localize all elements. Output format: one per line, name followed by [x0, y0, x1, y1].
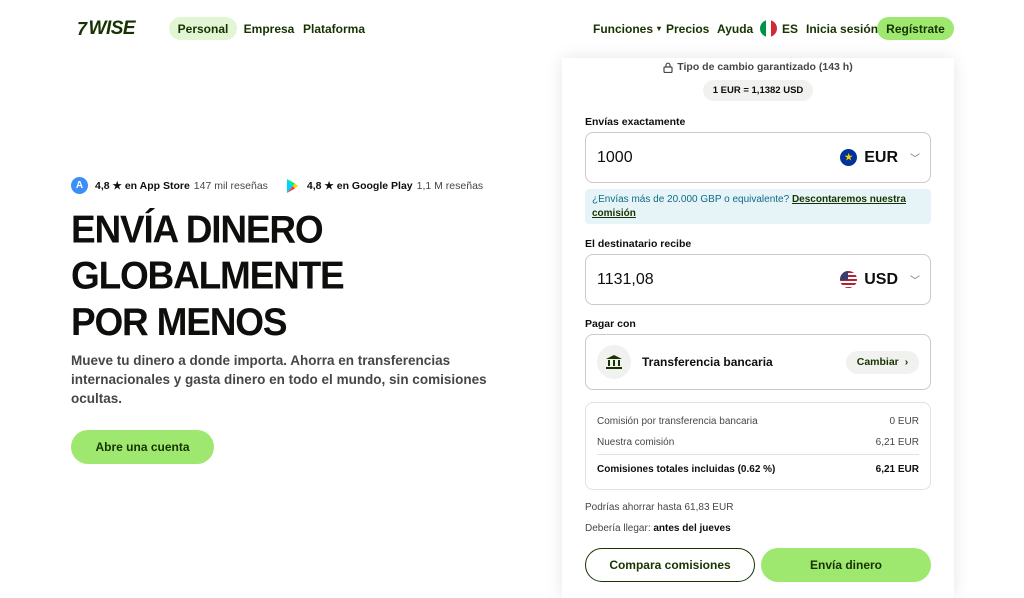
payment-method[interactable]: Transferencia bancaria Cambiar › [585, 334, 931, 390]
open-account-button[interactable]: Abre una cuenta [71, 430, 214, 464]
ratings-row: A 4,8 ★ en App Store 147 mil reseñas 4,8… [71, 177, 483, 194]
total-fee-label: Comisiones totales incluidas (0.62 %) [597, 464, 776, 475]
payment-method-label: Transferencia bancaria [642, 355, 773, 369]
fee-row: Nuestra comisión 6,21 EUR [597, 437, 919, 448]
chevron-right-icon: › [904, 356, 909, 368]
nav-ayuda[interactable]: Ayuda [717, 17, 753, 40]
send-amount-field[interactable]: 1000 ★ EUR ﹀ [585, 132, 931, 183]
chevron-down-icon: ﹀ [910, 276, 920, 287]
send-money-button[interactable]: Envía dinero [761, 548, 931, 582]
rate-guarantee: Tipo de cambio garantizado (143 h) [562, 61, 954, 73]
gplay-rating: 4,8 ★ en Google Play [306, 179, 413, 192]
fee-row: Comisión por transferencia bancaria 0 EU… [597, 416, 919, 427]
eu-flag-icon: ★ [840, 149, 858, 166]
fee-value: 6,21 EUR [875, 437, 919, 448]
hero-title-line: ENVÍA DINERO [71, 207, 324, 251]
nav-precios[interactable]: Precios [666, 17, 709, 40]
hero-title-line: GLOBALMENTE [71, 253, 345, 297]
total-fee-value: 6,21 EUR [875, 464, 919, 475]
tab-plataforma[interactable]: Plataforma [303, 17, 365, 40]
lock-icon [663, 62, 673, 73]
arrival-prefix: Debería llegar: [585, 523, 651, 534]
send-label: Envías exactamente [585, 116, 686, 128]
arrival-estimate: Debería llegar: antes del jueves [585, 523, 731, 534]
app-store-icon: A [71, 177, 88, 194]
divider [597, 454, 919, 455]
google-play-icon [286, 178, 298, 193]
compare-fees-button[interactable]: Compara comisiones [585, 548, 755, 582]
top-nav: 7 WISE Personal Empresa Plataforma Funci… [0, 0, 1024, 58]
hero-title: ENVÍA DINERO GLOBALMENTE POR MENOS [71, 207, 345, 346]
savings-text: Podrías ahorrar hasta 61,83 EUR [585, 502, 734, 513]
language-label: ES [782, 21, 799, 36]
send-currency-select[interactable]: ★ EUR ﹀ [840, 149, 920, 167]
change-label: Cambiar [856, 356, 899, 368]
fee-breakdown: Comisión por transferencia bancaria 0 EU… [585, 402, 931, 490]
wise-logo[interactable]: 7 WISE [77, 18, 136, 40]
nav-funciones[interactable]: Funciones ▾ [593, 17, 661, 40]
fee-label: Nuestra comisión [597, 437, 675, 448]
notice-text: ¿Envías más de 20.000 GBP o equivalente? [592, 194, 790, 205]
receive-currency-code: USD [864, 270, 898, 288]
register-button[interactable]: Regístrate [877, 17, 954, 40]
login-link[interactable]: Inicia sesión [806, 17, 878, 40]
hero-title-line: POR MENOS [71, 300, 288, 344]
send-currency-code: EUR [864, 148, 898, 166]
logo-mark: 7 [77, 18, 87, 39]
arrival-when: antes del jueves [653, 523, 731, 534]
exchange-rate-badge: 1 EUR = 1,1382 USD [703, 80, 813, 101]
hero-subtitle: Mueve tu dinero a donde importa. Ahorra … [71, 353, 487, 406]
appstore-rating: 4,8 ★ en App Store [95, 179, 190, 192]
us-flag-icon [840, 271, 858, 288]
send-amount-input[interactable]: 1000 [597, 149, 840, 167]
rate-guarantee-text: Tipo de cambio garantizado (143 h) [677, 61, 853, 73]
bank-icon [597, 345, 631, 379]
fee-total-row: Comisiones totales incluidas (0.62 %) 6,… [597, 464, 919, 475]
chevron-down-icon: ﹀ [910, 154, 920, 165]
transfer-calculator: Tipo de cambio garantizado (143 h) 1 EUR… [562, 58, 954, 598]
fee-label: Comisión por transferencia bancaria [597, 416, 758, 427]
large-transfer-notice: ¿Envías más de 20.000 GBP o equivalente?… [585, 189, 931, 224]
italy-flag-icon [760, 20, 777, 37]
change-payment-button[interactable]: Cambiar › [846, 350, 919, 374]
tab-personal[interactable]: Personal [169, 17, 237, 40]
receive-currency-select[interactable]: USD ﹀ [840, 271, 920, 289]
language-selector[interactable]: ES [760, 17, 798, 40]
chevron-down-icon: ▾ [657, 24, 662, 33]
fee-value: 0 EUR [889, 416, 919, 427]
tab-empresa[interactable]: Empresa [244, 17, 295, 40]
appstore-reviews: 147 mil reseñas [193, 179, 268, 192]
logo-text: WISE [88, 18, 136, 39]
receive-label: El destinatario recibe [585, 238, 692, 250]
gplay-reviews: 1,1 M reseñas [416, 179, 484, 192]
pay-with-label: Pagar con [585, 318, 636, 330]
nav-funciones-label: Funciones [593, 21, 654, 36]
receive-amount-input[interactable]: 1131,08 [597, 271, 840, 289]
receive-amount-field[interactable]: 1131,08 USD ﹀ [585, 254, 931, 305]
